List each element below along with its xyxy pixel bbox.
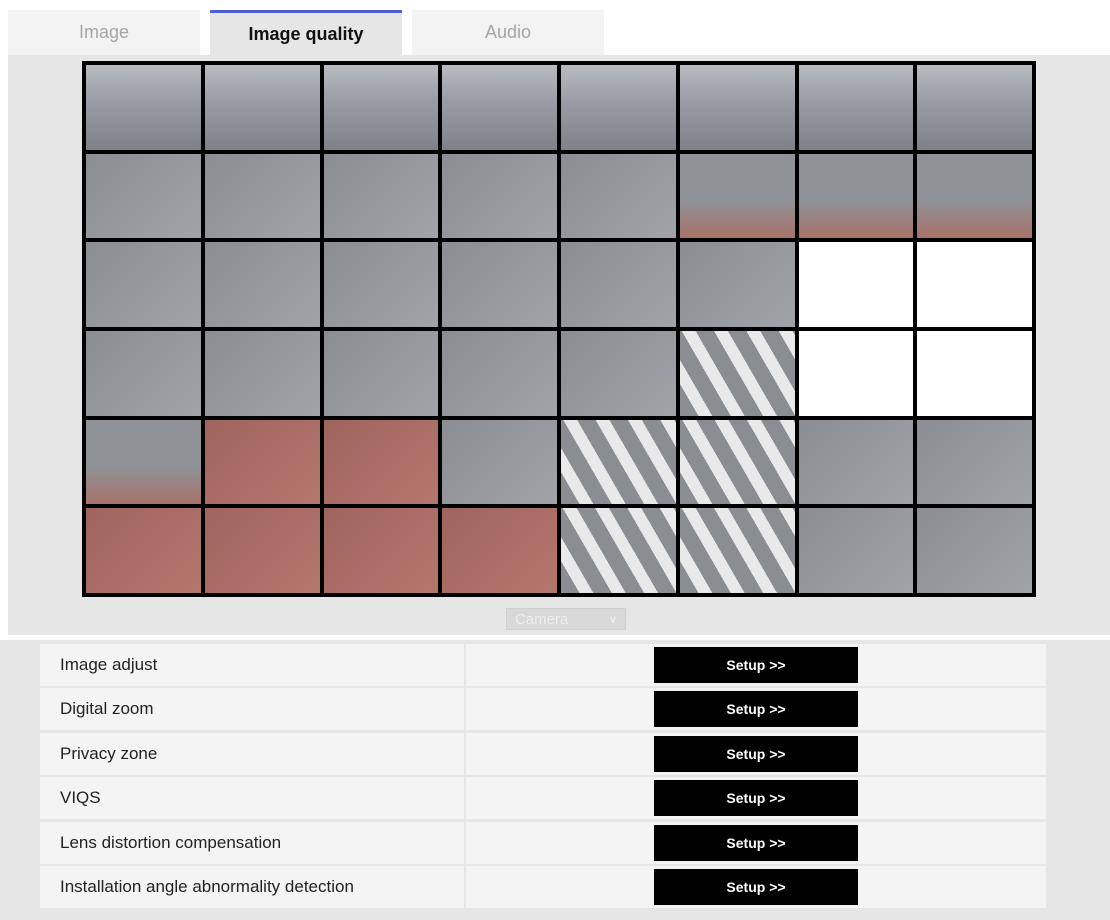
grid-cell[interactable] [204, 330, 320, 416]
setting-row-lens-distortion: Lens distortion compensation Setup >> [40, 821, 1046, 864]
grid-cell[interactable] [442, 419, 557, 505]
grid-cell[interactable] [679, 330, 795, 416]
setting-row-image-adjust: Image adjust Setup >> [40, 644, 1046, 686]
privacy-masked-cell[interactable] [798, 330, 914, 416]
grid-cell[interactable] [561, 153, 676, 239]
grid-cell[interactable] [798, 65, 914, 150]
camera-select-value: Camera [515, 610, 569, 628]
grid-cell[interactable] [86, 508, 201, 593]
grid-cell[interactable] [679, 419, 795, 505]
grid-cell[interactable] [561, 330, 676, 416]
setting-label: Lens distortion compensation [40, 821, 466, 864]
setting-row-privacy-zone: Privacy zone Setup >> [40, 732, 1046, 775]
grid-cell[interactable] [442, 65, 557, 150]
grid-cell[interactable] [442, 508, 557, 593]
setting-label: Digital zoom [40, 688, 466, 731]
grid-cell[interactable] [798, 419, 914, 505]
grid-cell[interactable] [323, 330, 439, 416]
grid-cell[interactable] [679, 242, 795, 327]
grid-cell[interactable] [442, 330, 557, 416]
grid-cell[interactable] [204, 65, 320, 150]
image-adjust-setup-button[interactable]: Setup >> [654, 647, 858, 683]
privacy-masked-cell[interactable] [917, 330, 1032, 416]
grid-cell[interactable] [86, 330, 201, 416]
grid-cell[interactable] [561, 65, 676, 150]
grid-cell[interactable] [204, 242, 320, 327]
installation-angle-setup-button[interactable]: Setup >> [654, 868, 858, 905]
grid-cell[interactable] [323, 153, 439, 239]
grid-cell[interactable] [917, 419, 1032, 505]
tab-audio[interactable]: Audio [412, 10, 604, 55]
grid-cell[interactable] [86, 242, 201, 327]
grid-cell[interactable] [917, 65, 1032, 150]
digital-zoom-setup-button[interactable]: Setup >> [654, 691, 858, 728]
grid-cell[interactable] [323, 242, 439, 327]
setting-row-digital-zoom: Digital zoom Setup >> [40, 688, 1046, 731]
grid-cell[interactable] [323, 65, 439, 150]
settings-table: Image adjust Setup >> Digital zoom Setup… [40, 644, 1046, 910]
grid-cell[interactable] [917, 153, 1032, 239]
grid-cell[interactable] [561, 242, 676, 327]
grid-cell[interactable] [204, 419, 320, 505]
preview-panel: Camera ∨ [8, 55, 1110, 635]
grid-cell[interactable] [86, 153, 201, 239]
grid-cell[interactable] [679, 508, 795, 593]
lens-distortion-setup-button[interactable]: Setup >> [654, 824, 858, 861]
setting-row-viqs: VIQS Setup >> [40, 777, 1046, 820]
grid-cell[interactable] [86, 65, 201, 150]
grid-cell[interactable] [917, 508, 1032, 593]
grid-cell[interactable] [561, 419, 676, 505]
privacy-zone-setup-button[interactable]: Setup >> [654, 735, 858, 772]
grid-cell[interactable] [561, 508, 676, 593]
grid-cell[interactable] [442, 153, 557, 239]
grid-cell[interactable] [798, 153, 914, 239]
chevron-down-icon: ∨ [608, 613, 617, 626]
privacy-masked-cell[interactable] [798, 242, 914, 327]
settings-panel: Image adjust Setup >> Digital zoom Setup… [0, 640, 1110, 920]
grid-cell[interactable] [679, 153, 795, 239]
privacy-masked-cell[interactable] [917, 242, 1032, 327]
viqs-setup-button[interactable]: Setup >> [654, 780, 858, 817]
setting-label: Image adjust [40, 644, 466, 686]
setting-label: VIQS [40, 777, 466, 820]
grid-cell[interactable] [204, 153, 320, 239]
grid-cell[interactable] [86, 419, 201, 505]
camera-preview-grid[interactable] [82, 61, 1036, 597]
grid-cell[interactable] [679, 65, 795, 150]
grid-cell[interactable] [798, 508, 914, 593]
camera-select[interactable]: Camera ∨ [506, 608, 626, 630]
grid-cell[interactable] [204, 508, 320, 593]
tab-image[interactable]: Image [8, 10, 200, 55]
grid-cell[interactable] [323, 419, 439, 505]
grid-cell[interactable] [323, 508, 439, 593]
grid-cell[interactable] [442, 242, 557, 327]
setting-row-installation-angle: Installation angle abnormality detection… [40, 865, 1046, 908]
setting-label: Privacy zone [40, 732, 466, 775]
tab-image-quality[interactable]: Image quality [210, 10, 402, 55]
setting-label: Installation angle abnormality detection [40, 865, 466, 908]
